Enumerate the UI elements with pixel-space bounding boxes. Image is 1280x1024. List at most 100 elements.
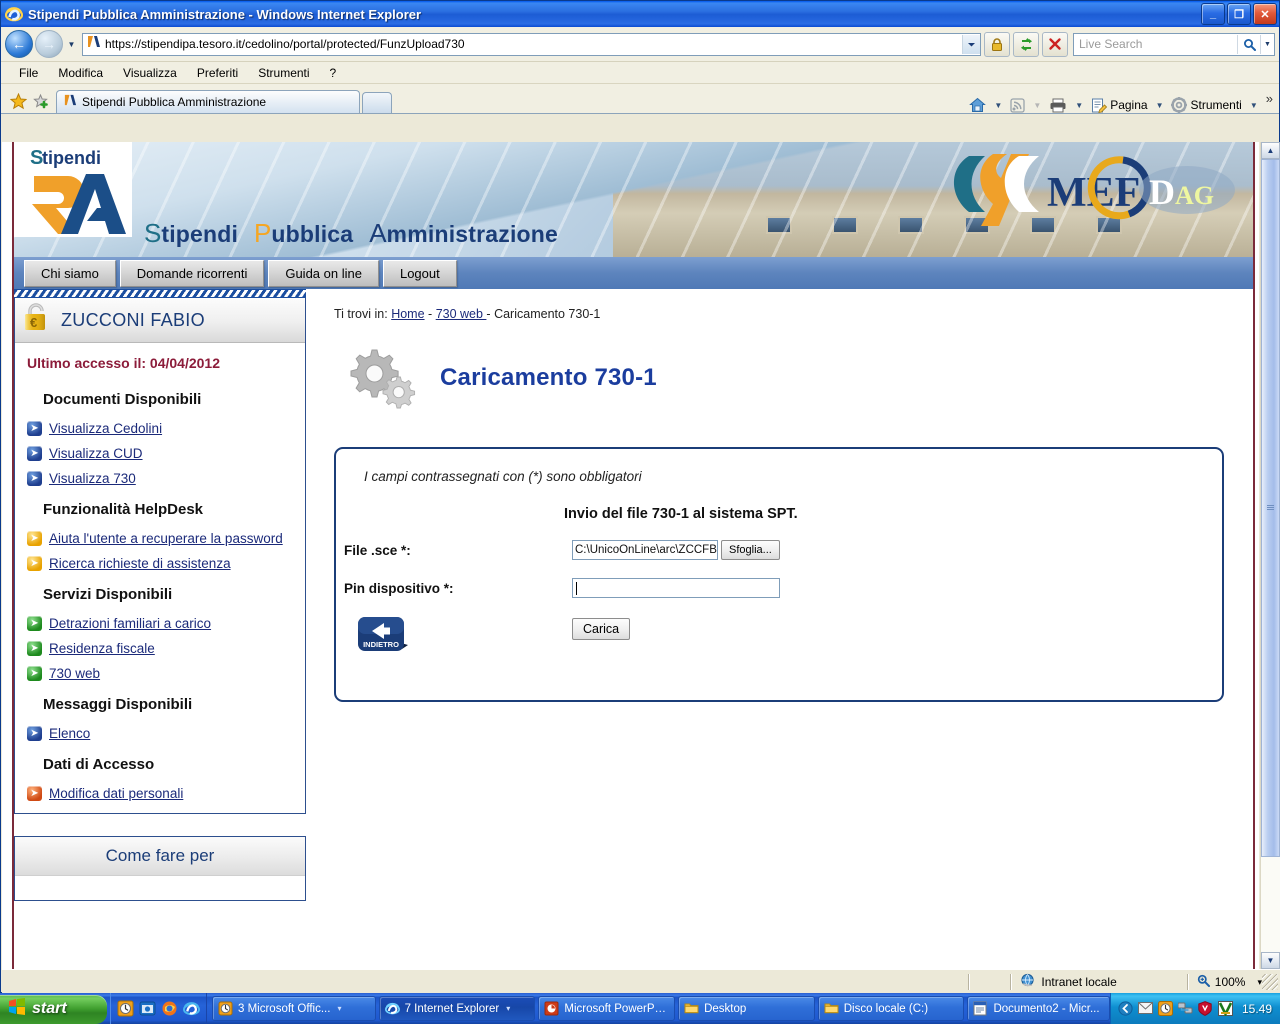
menu-visualizza[interactable]: Visualizza	[113, 64, 187, 82]
minimize-button[interactable]: _	[1201, 3, 1225, 25]
sidebar-item-aiuta-utente-password[interactable]: ➤ Aiuta l'utente a recuperare la passwor…	[15, 526, 305, 551]
firefox-icon[interactable]	[161, 1000, 178, 1017]
pin-input[interactable]	[572, 578, 780, 598]
sidebar-item-visualizza-cud[interactable]: ➤ Visualizza CUD	[15, 441, 305, 466]
tools-button[interactable]: Strumenti	[1169, 97, 1243, 113]
nav-tab-domande-ricorrenti[interactable]: Domande ricorrenti	[119, 259, 265, 287]
close-button[interactable]: ✕	[1253, 3, 1277, 25]
file-path-input[interactable]: C:\UnicoOnLine\arc\ZCCFB	[572, 540, 718, 560]
scroll-up-button[interactable]: ▲	[1261, 142, 1280, 159]
search-input[interactable]: Live Search ▼	[1073, 32, 1275, 56]
sidebar-item-visualizza-730[interactable]: ➤ Visualizza 730	[15, 466, 305, 491]
taskbar-item-internet-explorer[interactable]: 7 Internet Explorer ▾	[378, 996, 536, 1021]
sidebar-item-residenza-fiscale[interactable]: ➤ Residenza fiscale	[15, 636, 305, 661]
overflow-chevron-icon[interactable]: »	[1264, 91, 1275, 106]
taskbar-item-office[interactable]: 3 Microsoft Offic... ▾	[212, 996, 376, 1021]
menu-modifica[interactable]: Modifica	[48, 64, 113, 82]
resize-grip[interactable]	[1262, 974, 1278, 990]
outlook-icon[interactable]	[139, 1000, 156, 1017]
new-tab-button[interactable]	[362, 92, 392, 113]
page-dropdown-icon[interactable]: ▼	[1156, 101, 1164, 110]
network-icon[interactable]	[1177, 1001, 1193, 1016]
antivirus-icon[interactable]	[1217, 1001, 1233, 1017]
menu-help[interactable]: ?	[320, 64, 347, 82]
page-button[interactable]: Pagina	[1089, 98, 1149, 113]
maximize-button[interactable]: ❐	[1227, 3, 1251, 25]
taskbar-item-label: Desktop	[704, 1002, 747, 1015]
carica-button[interactable]: Carica	[572, 618, 631, 640]
search-icon[interactable]	[1237, 34, 1260, 54]
breadcrumb-link-home[interactable]: Home	[391, 307, 424, 321]
browser-window: Stipendi Pubblica Amministrazione - Wind…	[0, 0, 1280, 994]
print-button[interactable]	[1047, 98, 1069, 113]
forward-button[interactable]: →	[35, 30, 63, 58]
page-content: S tipendi Stipendi Pubblica Amministrazi…	[2, 142, 1260, 969]
sidebar-item-label: Visualizza Cedolini	[49, 421, 163, 436]
taskbar-item-documento2[interactable]: Documento2 - Micr...	[967, 996, 1110, 1021]
wordmark-tipendi: tipendi	[161, 221, 239, 247]
scrollbar-track[interactable]	[1261, 159, 1280, 952]
sidebar-item-modifica-dati-personali[interactable]: ➤ Modifica dati personali	[15, 781, 305, 813]
zoom-control[interactable]: 100% ▾	[1189, 974, 1262, 990]
mcafee-shield-icon[interactable]	[1198, 1001, 1213, 1016]
menu-strumenti[interactable]: Strumenti	[248, 64, 319, 82]
text-caret	[576, 581, 577, 595]
stop-icon[interactable]	[1042, 31, 1068, 57]
home-button[interactable]	[967, 97, 988, 113]
sidebar-item-visualizza-cedolini[interactable]: ➤ Visualizza Cedolini	[15, 416, 305, 441]
show-desktop-icon[interactable]	[117, 1000, 134, 1017]
taskbar-item-disco-locale[interactable]: Disco locale (C:)	[817, 996, 965, 1021]
tray-expand-icon[interactable]	[1118, 1001, 1133, 1016]
tab-label: Stipendi Pubblica Amministrazione	[82, 95, 267, 109]
sidebar-item-730-web[interactable]: ➤ 730 web	[15, 661, 305, 686]
start-button[interactable]: start	[0, 994, 107, 1024]
url-dropdown-icon[interactable]	[962, 34, 980, 54]
wordmark-p: P	[254, 218, 272, 248]
browser-tab[interactable]: Stipendi Pubblica Amministrazione	[56, 90, 360, 113]
submit-row: Carica	[336, 618, 1222, 640]
mail-icon[interactable]	[1137, 1001, 1153, 1016]
nav-tab-logout[interactable]: Logout	[382, 259, 457, 287]
print-dropdown-icon[interactable]: ▼	[1075, 101, 1083, 110]
refresh-icon[interactable]	[1013, 31, 1039, 57]
tools-dropdown-icon[interactable]: ▼	[1250, 101, 1258, 110]
add-to-favorites-icon[interactable]	[29, 89, 51, 113]
nav-tab-guida-on-line[interactable]: Guida on line	[268, 259, 379, 287]
feeds-button[interactable]	[1008, 97, 1027, 113]
scrollbar-thumb[interactable]	[1261, 159, 1280, 857]
menu-file[interactable]: File	[9, 64, 48, 82]
svg-text:tipendi: tipendi	[42, 148, 101, 168]
sidebar-box: € ZUCCONI FABIO Ultimo accesso il: 04/04…	[14, 298, 306, 814]
home-dropdown-icon[interactable]: ▼	[994, 101, 1002, 110]
indietro-back-button[interactable]: INDIETRO	[358, 617, 412, 655]
taskbar-item-caret[interactable]: ▾	[506, 1004, 510, 1013]
internet-explorer-quick-icon[interactable]	[183, 1000, 200, 1017]
word-document-icon	[973, 1001, 988, 1016]
menu-preferiti[interactable]: Preferiti	[187, 64, 248, 82]
menu-bar: File Modifica Visualizza Preferiti Strum…	[1, 62, 1279, 84]
history-dropdown-icon[interactable]: ▼	[65, 34, 78, 54]
browse-button[interactable]: Sfoglia...	[721, 540, 780, 560]
back-button[interactable]: ←	[5, 30, 33, 58]
sidebar-item-detrazioni-familiari[interactable]: ➤ Detrazioni familiari a carico	[15, 611, 305, 636]
taskbar-item-desktop[interactable]: Desktop	[678, 996, 815, 1021]
breadcrumb-link-730-web[interactable]: 730 web	[436, 307, 487, 321]
taskbar-item-caret[interactable]: ▾	[337, 1004, 341, 1013]
clock-tray-icon[interactable]	[1157, 1001, 1173, 1016]
breadcrumb: Ti trovi in: Home - 730 web - Caricament…	[334, 307, 1253, 321]
site-body: € ZUCCONI FABIO Ultimo accesso il: 04/04…	[14, 289, 1253, 901]
wordmark-a: A	[369, 218, 387, 248]
tray-clock[interactable]: 15.49	[1242, 1002, 1272, 1016]
scroll-down-button[interactable]: ▼	[1261, 952, 1280, 969]
come-fare-per-box[interactable]: Come fare per	[14, 836, 306, 901]
search-dropdown-icon[interactable]: ▼	[1260, 34, 1274, 54]
favorites-star-icon[interactable]	[7, 89, 29, 113]
status-bar: Intranet locale 100% ▾	[2, 969, 1280, 994]
sidebar-item-elenco[interactable]: ➤ Elenco	[15, 721, 305, 746]
vertical-scrollbar[interactable]: ▲ ▼	[1260, 142, 1280, 969]
security-zone[interactable]: Intranet locale	[1012, 973, 1117, 991]
taskbar-item-powerpoint[interactable]: Microsoft PowerPo...	[538, 996, 676, 1021]
sidebar-item-ricerca-richieste-assistenza[interactable]: ➤ Ricerca richieste di assistenza	[15, 551, 305, 576]
nav-tab-chi-siamo[interactable]: Chi siamo	[24, 259, 116, 287]
url-bar[interactable]: https://stipendipa.tesoro.it/cedolino/po…	[82, 32, 981, 56]
